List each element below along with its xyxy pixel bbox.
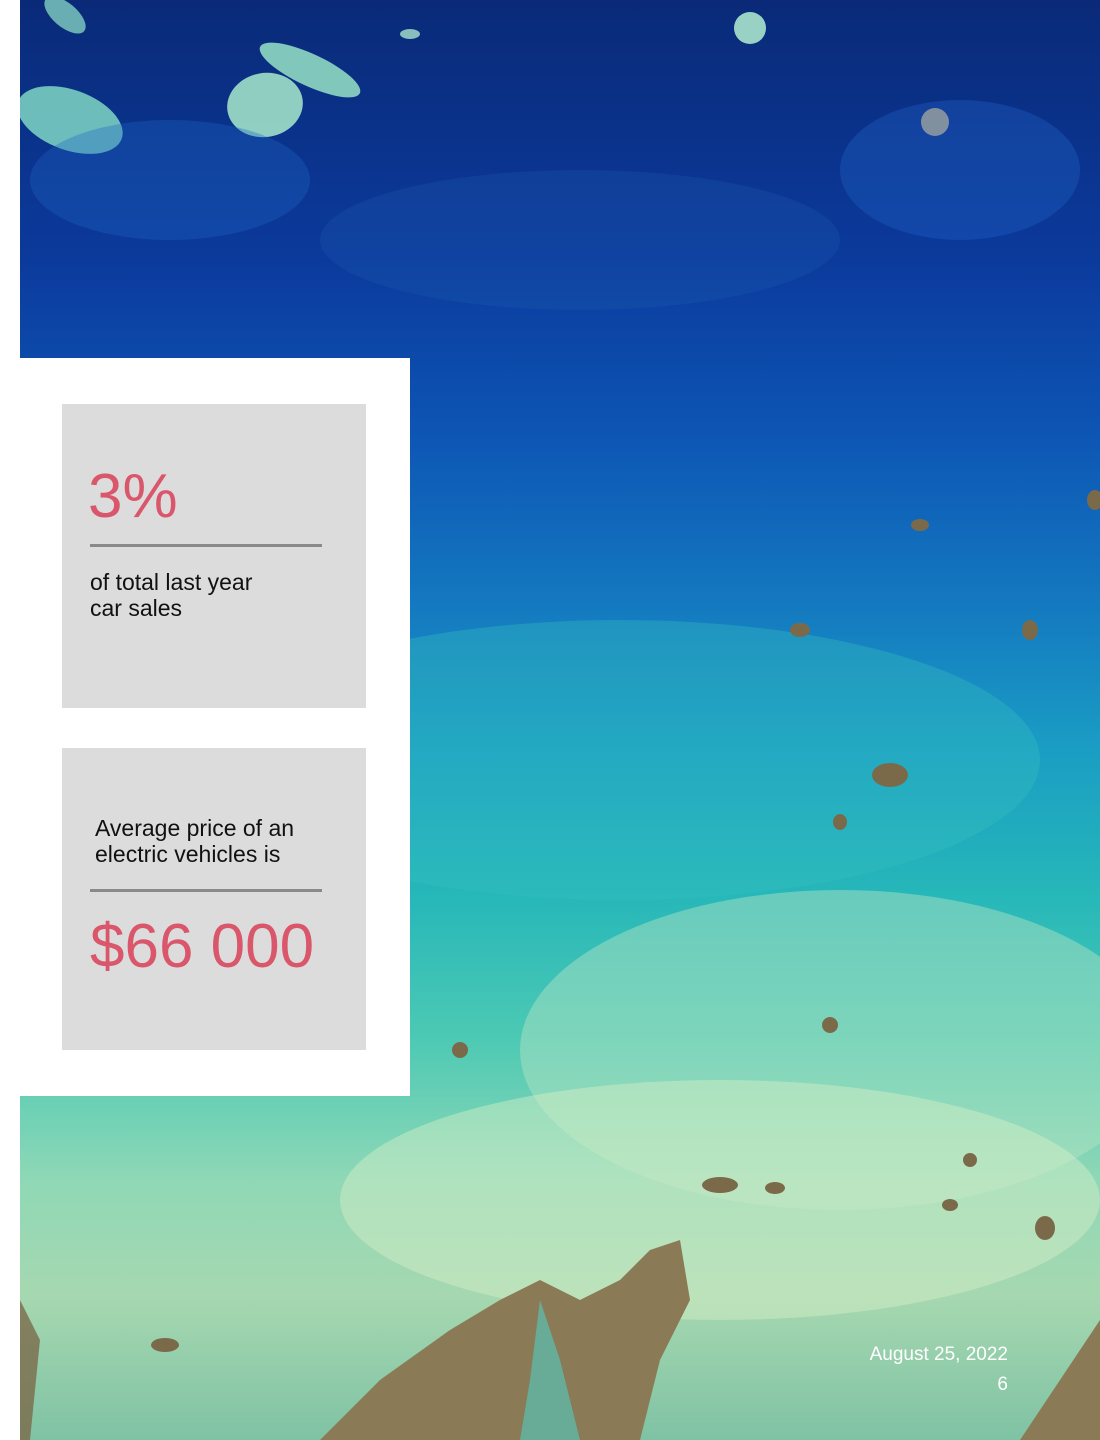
market-share-description: of total last year car sales bbox=[90, 569, 253, 621]
stat-card-market-share: 3% of total last year car sales bbox=[62, 404, 366, 708]
stat-card-average-price: Average price of an electric vehicles is… bbox=[62, 748, 366, 1050]
average-price-value: $66 000 bbox=[90, 912, 315, 981]
divider bbox=[90, 544, 322, 547]
slide: 3% of total last year car sales Average … bbox=[0, 0, 1100, 1440]
market-share-value: 3% bbox=[88, 462, 178, 531]
average-price-description: Average price of an electric vehicles is bbox=[95, 815, 295, 867]
page-number: 6 bbox=[997, 1374, 1008, 1395]
footer-date: August 25, 2022 bbox=[869, 1344, 1008, 1365]
divider bbox=[90, 889, 322, 892]
